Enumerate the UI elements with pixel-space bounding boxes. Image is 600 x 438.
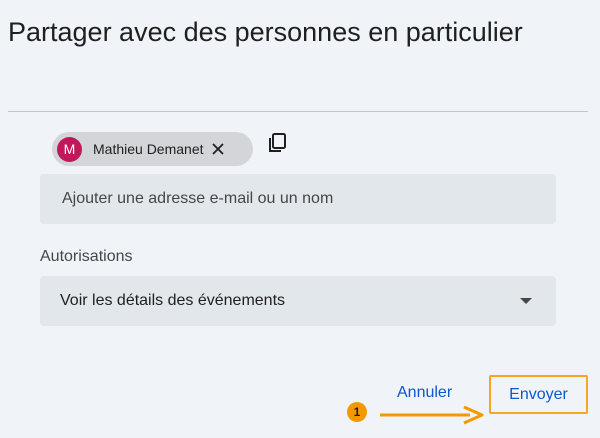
email-input[interactable] [60,189,556,209]
title-divider [8,111,588,112]
permissions-label: Autorisations [40,248,133,265]
pointer-arrow-icon [380,405,484,425]
send-button-highlight: Envoyer [489,375,588,414]
dialog-title: Partager avec des personnes en particuli… [8,17,523,47]
email-input-field[interactable] [40,174,556,224]
dropdown-arrow-icon [520,298,532,304]
recipient-name: Mathieu Demanet [93,141,204,157]
copy-icon[interactable] [266,131,290,155]
step-number-badge: 1 [347,402,367,422]
avatar: M [57,136,82,162]
permissions-select[interactable]: Voir les détails des événements [40,276,556,326]
permissions-selected-value: Voir les détails des événements [60,292,286,309]
close-icon[interactable] [210,141,226,157]
recipient-chip[interactable]: M Mathieu Demanet [52,132,253,166]
cancel-button[interactable]: Annuler [397,384,452,402]
send-button[interactable]: Envoyer [509,386,568,404]
